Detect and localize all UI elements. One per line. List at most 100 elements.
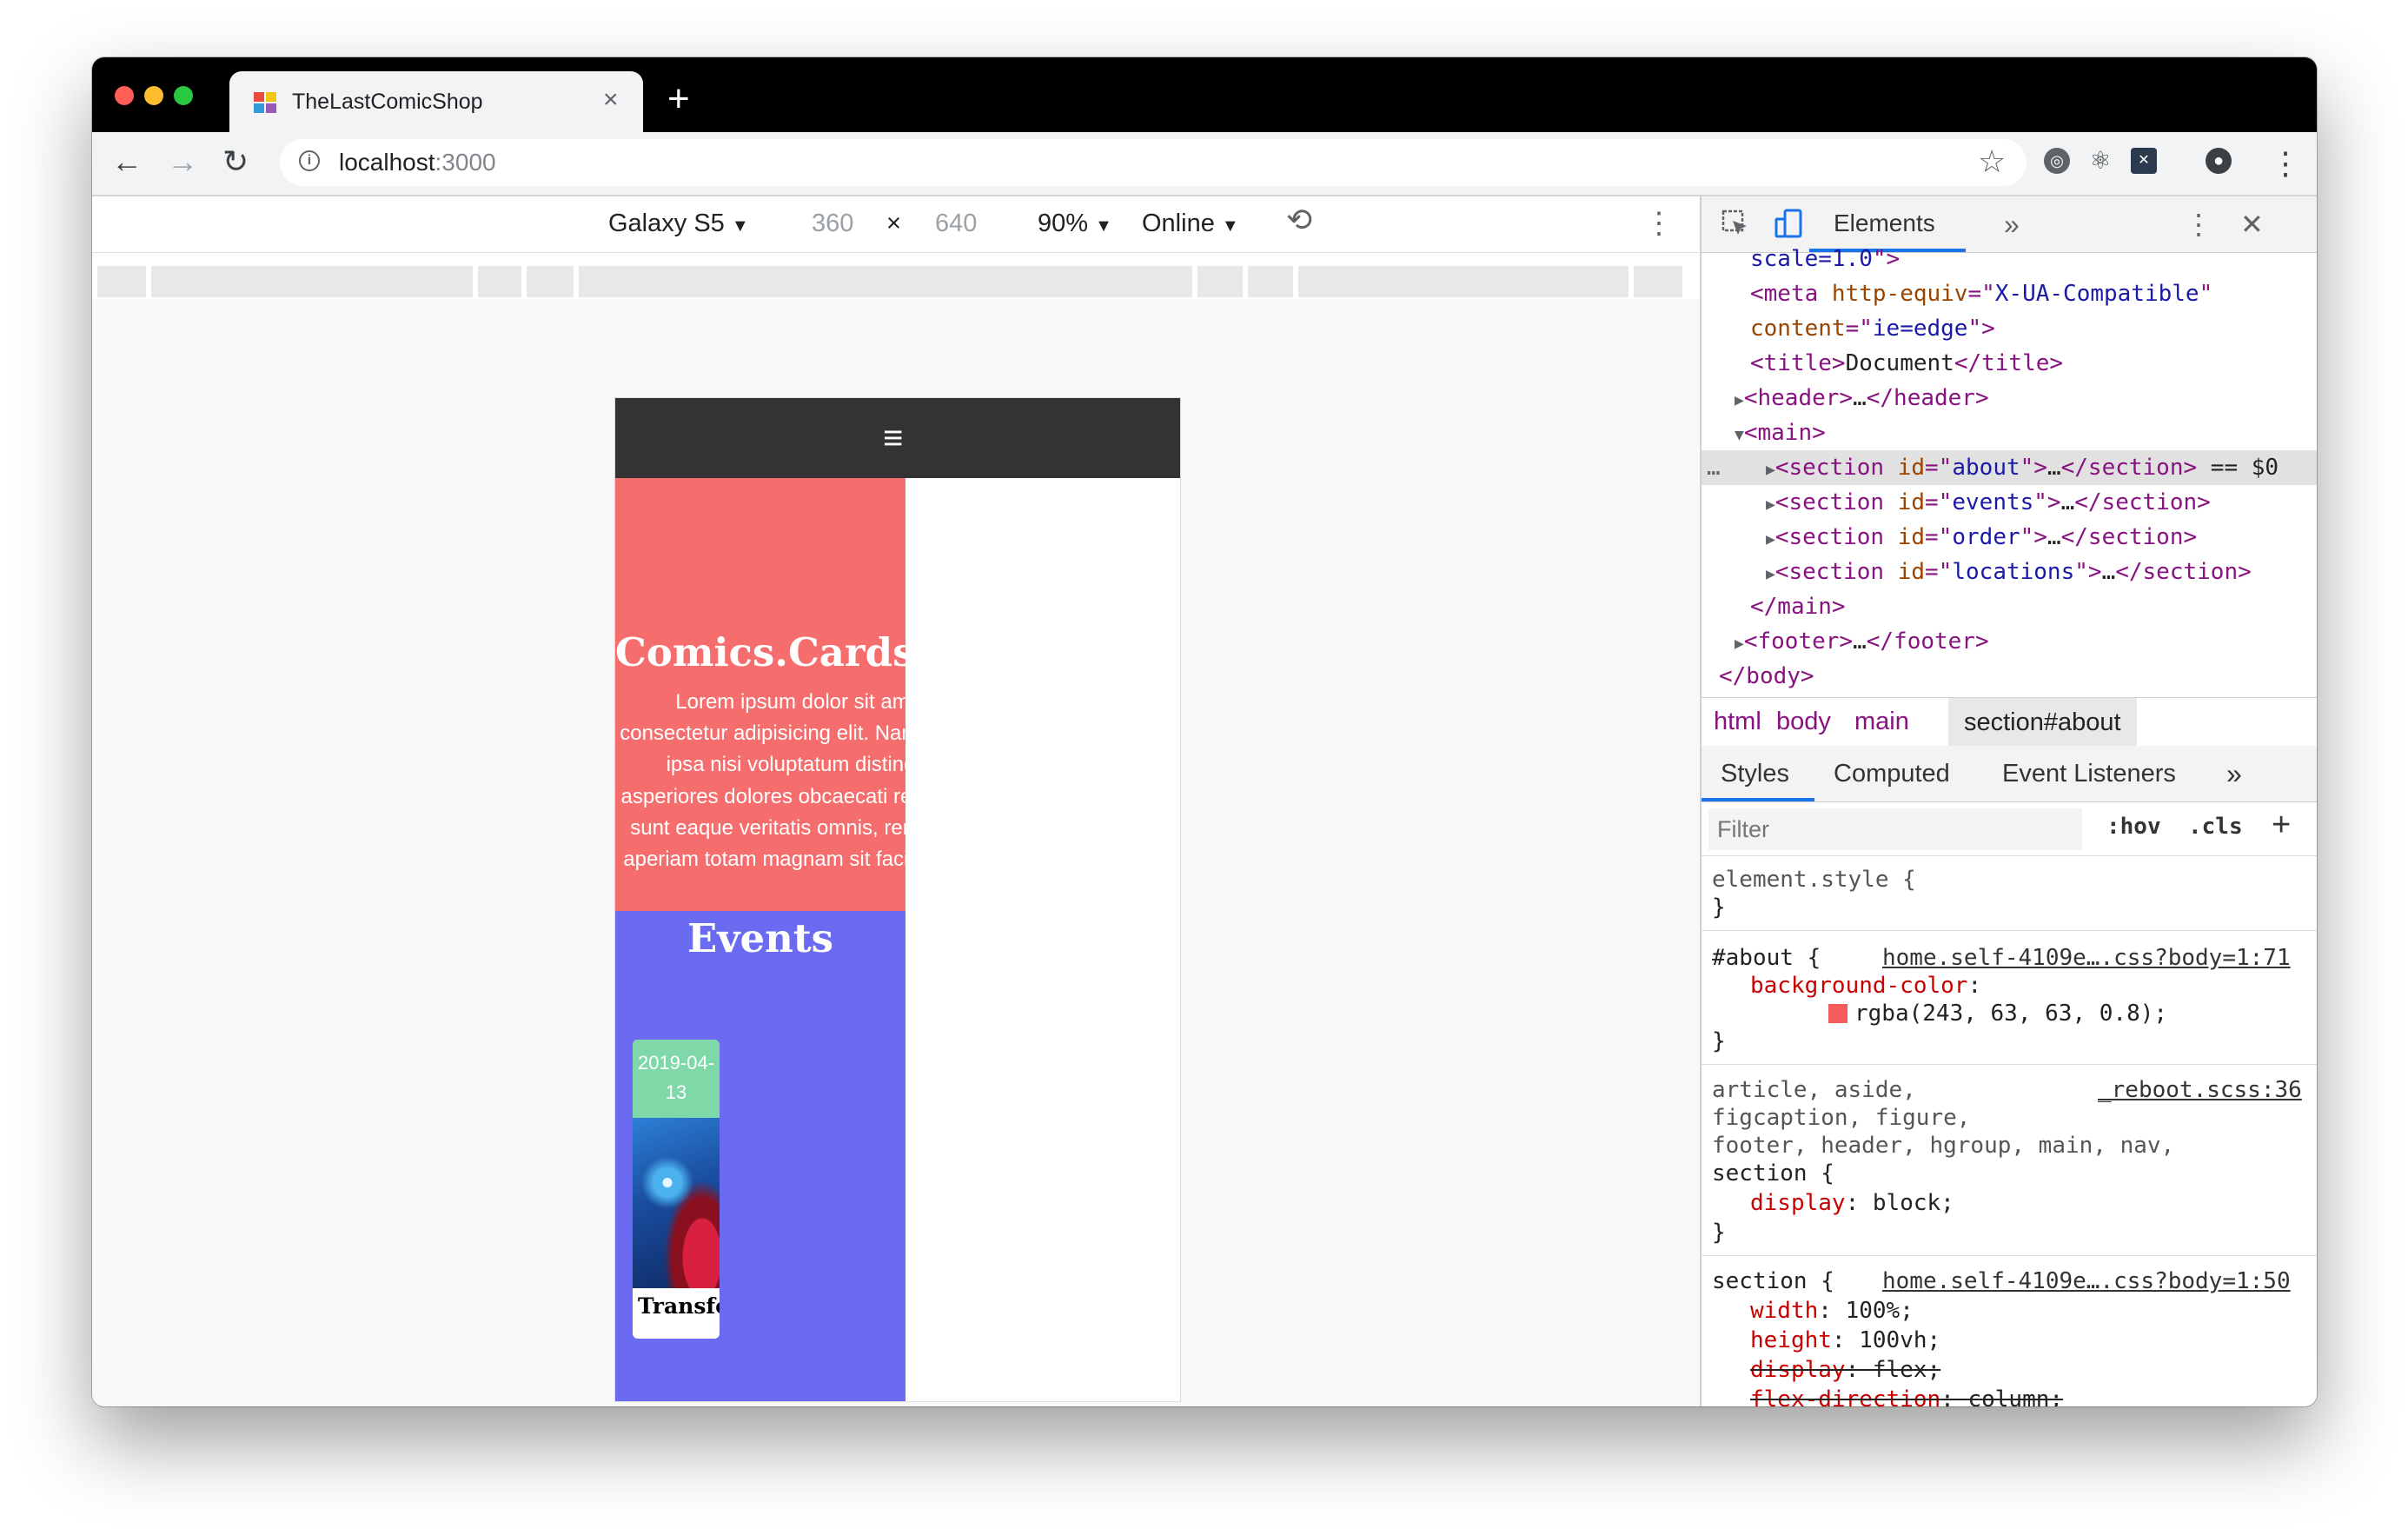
dom-node-line[interactable]: ▶<section id="about">…</section> == $0 <box>1766 450 2279 488</box>
rule-close-brace: } <box>1712 894 1726 921</box>
bookmark-star-icon[interactable]: ☆ <box>1978 144 2006 179</box>
address-bar[interactable]: i localhost:3000 ☆ <box>280 139 2027 186</box>
media-query-segment[interactable] <box>527 266 574 297</box>
chrome-menu-icon[interactable]: ⋮ <box>2270 146 2301 181</box>
reboot-selector-1[interactable]: article, aside, <box>1712 1076 1916 1104</box>
dom-node-line[interactable]: ▼<main> <box>1735 415 1826 453</box>
media-query-segment[interactable] <box>151 266 473 297</box>
width-prop-line[interactable]: width: 100%; <box>1750 1297 1914 1325</box>
dom-node-line[interactable]: </main> <box>1750 589 1846 624</box>
hov-toggle-button[interactable]: :hov <box>2106 814 2161 840</box>
devtools-menu-icon[interactable]: ⋮ <box>2185 209 2212 240</box>
more-subtabs-icon[interactable]: » <box>2226 758 2242 789</box>
reboot-source-link[interactable]: _reboot.scss:36 <box>2098 1076 2302 1104</box>
media-query-segment[interactable] <box>579 266 1192 297</box>
rule-close-brace: } <box>1712 1028 1726 1054</box>
dom-node-line[interactable]: scale=1.0"> <box>1750 242 1900 276</box>
network-throttle-select[interactable]: Online ▼ <box>1142 209 1239 241</box>
expand-triangle-icon[interactable]: ▶ <box>1766 565 1775 583</box>
expand-triangle-icon[interactable]: ▶ <box>1735 635 1744 653</box>
dom-node-line[interactable]: </body> <box>1719 659 1814 694</box>
element-style-selector[interactable]: element.style { <box>1712 866 1916 894</box>
breadcrumb-body[interactable]: body <box>1776 705 1831 738</box>
devtools-close-icon[interactable]: ✕ <box>2240 209 2264 240</box>
device-width-input[interactable]: 360 <box>812 209 853 238</box>
hamburger-menu-icon[interactable]: ≡ <box>883 421 903 455</box>
zoom-select[interactable]: 90% ▼ <box>1038 209 1112 241</box>
styles-filter-input[interactable] <box>1708 808 2082 850</box>
reboot-selector-2[interactable]: figcaption, figure, <box>1712 1104 1970 1132</box>
device-toolbar-more-icon[interactable]: ⋮ <box>1644 209 1674 238</box>
url-text[interactable]: localhost:3000 <box>339 148 496 177</box>
event-card[interactable]: 2019-04-13 Transformers TCG <box>633 1040 720 1339</box>
media-query-bar[interactable] <box>97 266 1695 297</box>
breadcrumb-section-about[interactable]: section#about <box>1948 698 2137 747</box>
expand-triangle-icon[interactable]: ▶ <box>1766 495 1775 514</box>
height-prop-line[interactable]: height: 100vh; <box>1750 1326 1940 1354</box>
expand-triangle-icon[interactable]: ▶ <box>1766 530 1775 548</box>
display-block-line[interactable]: display: block; <box>1750 1189 1954 1217</box>
tab-event-listeners[interactable]: Event Listeners <box>2002 758 2176 789</box>
tab-styles[interactable]: Styles <box>1721 758 1789 789</box>
cls-toggle-button[interactable]: .cls <box>2188 814 2243 840</box>
collapse-triangle-icon[interactable]: ▼ <box>1735 426 1744 444</box>
device-toggle-icon[interactable] <box>1774 209 1804 246</box>
dom-tree[interactable]: … scale=1.0"> <meta http-equiv="X-UA-Comp… <box>1702 246 2317 697</box>
reload-icon[interactable]: ↻ <box>222 144 249 179</box>
breadcrumb-main[interactable]: main <box>1854 705 1909 738</box>
device-height-input[interactable]: 640 <box>935 209 977 238</box>
dom-node-line[interactable]: <title>Document</title> <box>1750 346 2063 381</box>
minimize-window-button[interactable] <box>144 86 163 105</box>
site-info-icon[interactable]: i <box>299 150 320 171</box>
new-tab-button[interactable]: + <box>667 80 690 118</box>
selected-node-menu-icon[interactable]: … <box>1707 450 1721 485</box>
dom-node-line[interactable]: ▶<header>…</header> <box>1735 381 1989 418</box>
breadcrumb-html[interactable]: html <box>1714 705 1761 738</box>
dom-node-line[interactable]: ▶<footer>…</footer> <box>1735 624 1989 661</box>
color-swatch[interactable] <box>1828 1004 1847 1023</box>
browser-tab[interactable]: TheLastComicShop × <box>229 71 643 132</box>
dom-node-line[interactable]: ▶<section id="events">…</section> <box>1766 485 2211 522</box>
media-query-segment[interactable] <box>1634 266 1682 297</box>
dom-token: id <box>1897 455 1926 481</box>
back-arrow-icon[interactable]: ← <box>111 144 143 179</box>
media-query-segment[interactable] <box>1197 266 1243 297</box>
new-style-rule-icon[interactable]: + <box>2272 807 2291 844</box>
close-window-button[interactable] <box>115 86 134 105</box>
dom-node-line[interactable]: ▶<section id="order">…</section> <box>1766 520 2197 557</box>
more-tabs-icon[interactable]: » <box>2004 209 2020 240</box>
extension-icon[interactable]: ◎ <box>2044 148 2070 174</box>
extension-x-icon[interactable]: ✕ <box>2131 148 2157 174</box>
rotate-icon[interactable]: ⟲ <box>1286 204 1312 236</box>
device-select[interactable]: Galaxy S5 ▼ <box>608 209 749 241</box>
expand-triangle-icon[interactable]: ▶ <box>1766 461 1775 479</box>
tab-close-icon[interactable]: × <box>603 85 619 115</box>
dom-node-line[interactable]: ▶<section id="locations">…</section> <box>1766 555 2252 592</box>
tab-elements[interactable]: Elements <box>1834 209 1935 238</box>
display-flex-overridden-line[interactable]: display: flex; <box>1750 1356 1940 1384</box>
about-prop-line[interactable]: background-color: <box>1750 972 1981 1000</box>
dom-token: <header> <box>1743 385 1854 411</box>
media-query-segment[interactable] <box>97 266 146 297</box>
media-query-segment[interactable] <box>478 266 521 297</box>
dom-token: http-equiv <box>1831 281 1968 307</box>
react-devtools-icon[interactable]: ⚛ <box>2087 148 2113 174</box>
media-query-segment[interactable] <box>1298 266 1629 297</box>
flex-direction-line[interactable]: flex-direction: column; <box>1750 1386 2063 1406</box>
tab-computed[interactable]: Computed <box>1834 758 1950 789</box>
expand-triangle-icon[interactable]: ▶ <box>1735 391 1744 409</box>
reboot-selector-4[interactable]: section { <box>1712 1160 1834 1187</box>
zoom-window-button[interactable] <box>174 86 193 105</box>
forward-arrow-icon[interactable]: → <box>167 144 198 179</box>
section-rule-source-link[interactable]: home.self-4109e….css?body=1:50 <box>1882 1267 2291 1295</box>
dom-node-line[interactable]: content="ie=edge"> <box>1750 311 1995 346</box>
profile-avatar-icon[interactable]: ● <box>2206 148 2232 174</box>
reboot-selector-3[interactable]: footer, header, hgroup, main, nav, <box>1712 1132 2174 1160</box>
inspect-element-icon[interactable] <box>1721 209 1750 244</box>
section-rule-selector[interactable]: section { <box>1712 1267 1834 1295</box>
dom-node-line[interactable]: <meta http-equiv="X-UA-Compatible" <box>1750 276 2212 311</box>
about-rule-selector[interactable]: #about { <box>1712 944 1821 972</box>
about-value-line[interactable]: rgba(243, 63, 63, 0.8); <box>1828 1000 2167 1027</box>
media-query-segment[interactable] <box>1248 266 1293 297</box>
about-rule-source-link[interactable]: home.self-4109e….css?body=1:71 <box>1882 944 2291 972</box>
